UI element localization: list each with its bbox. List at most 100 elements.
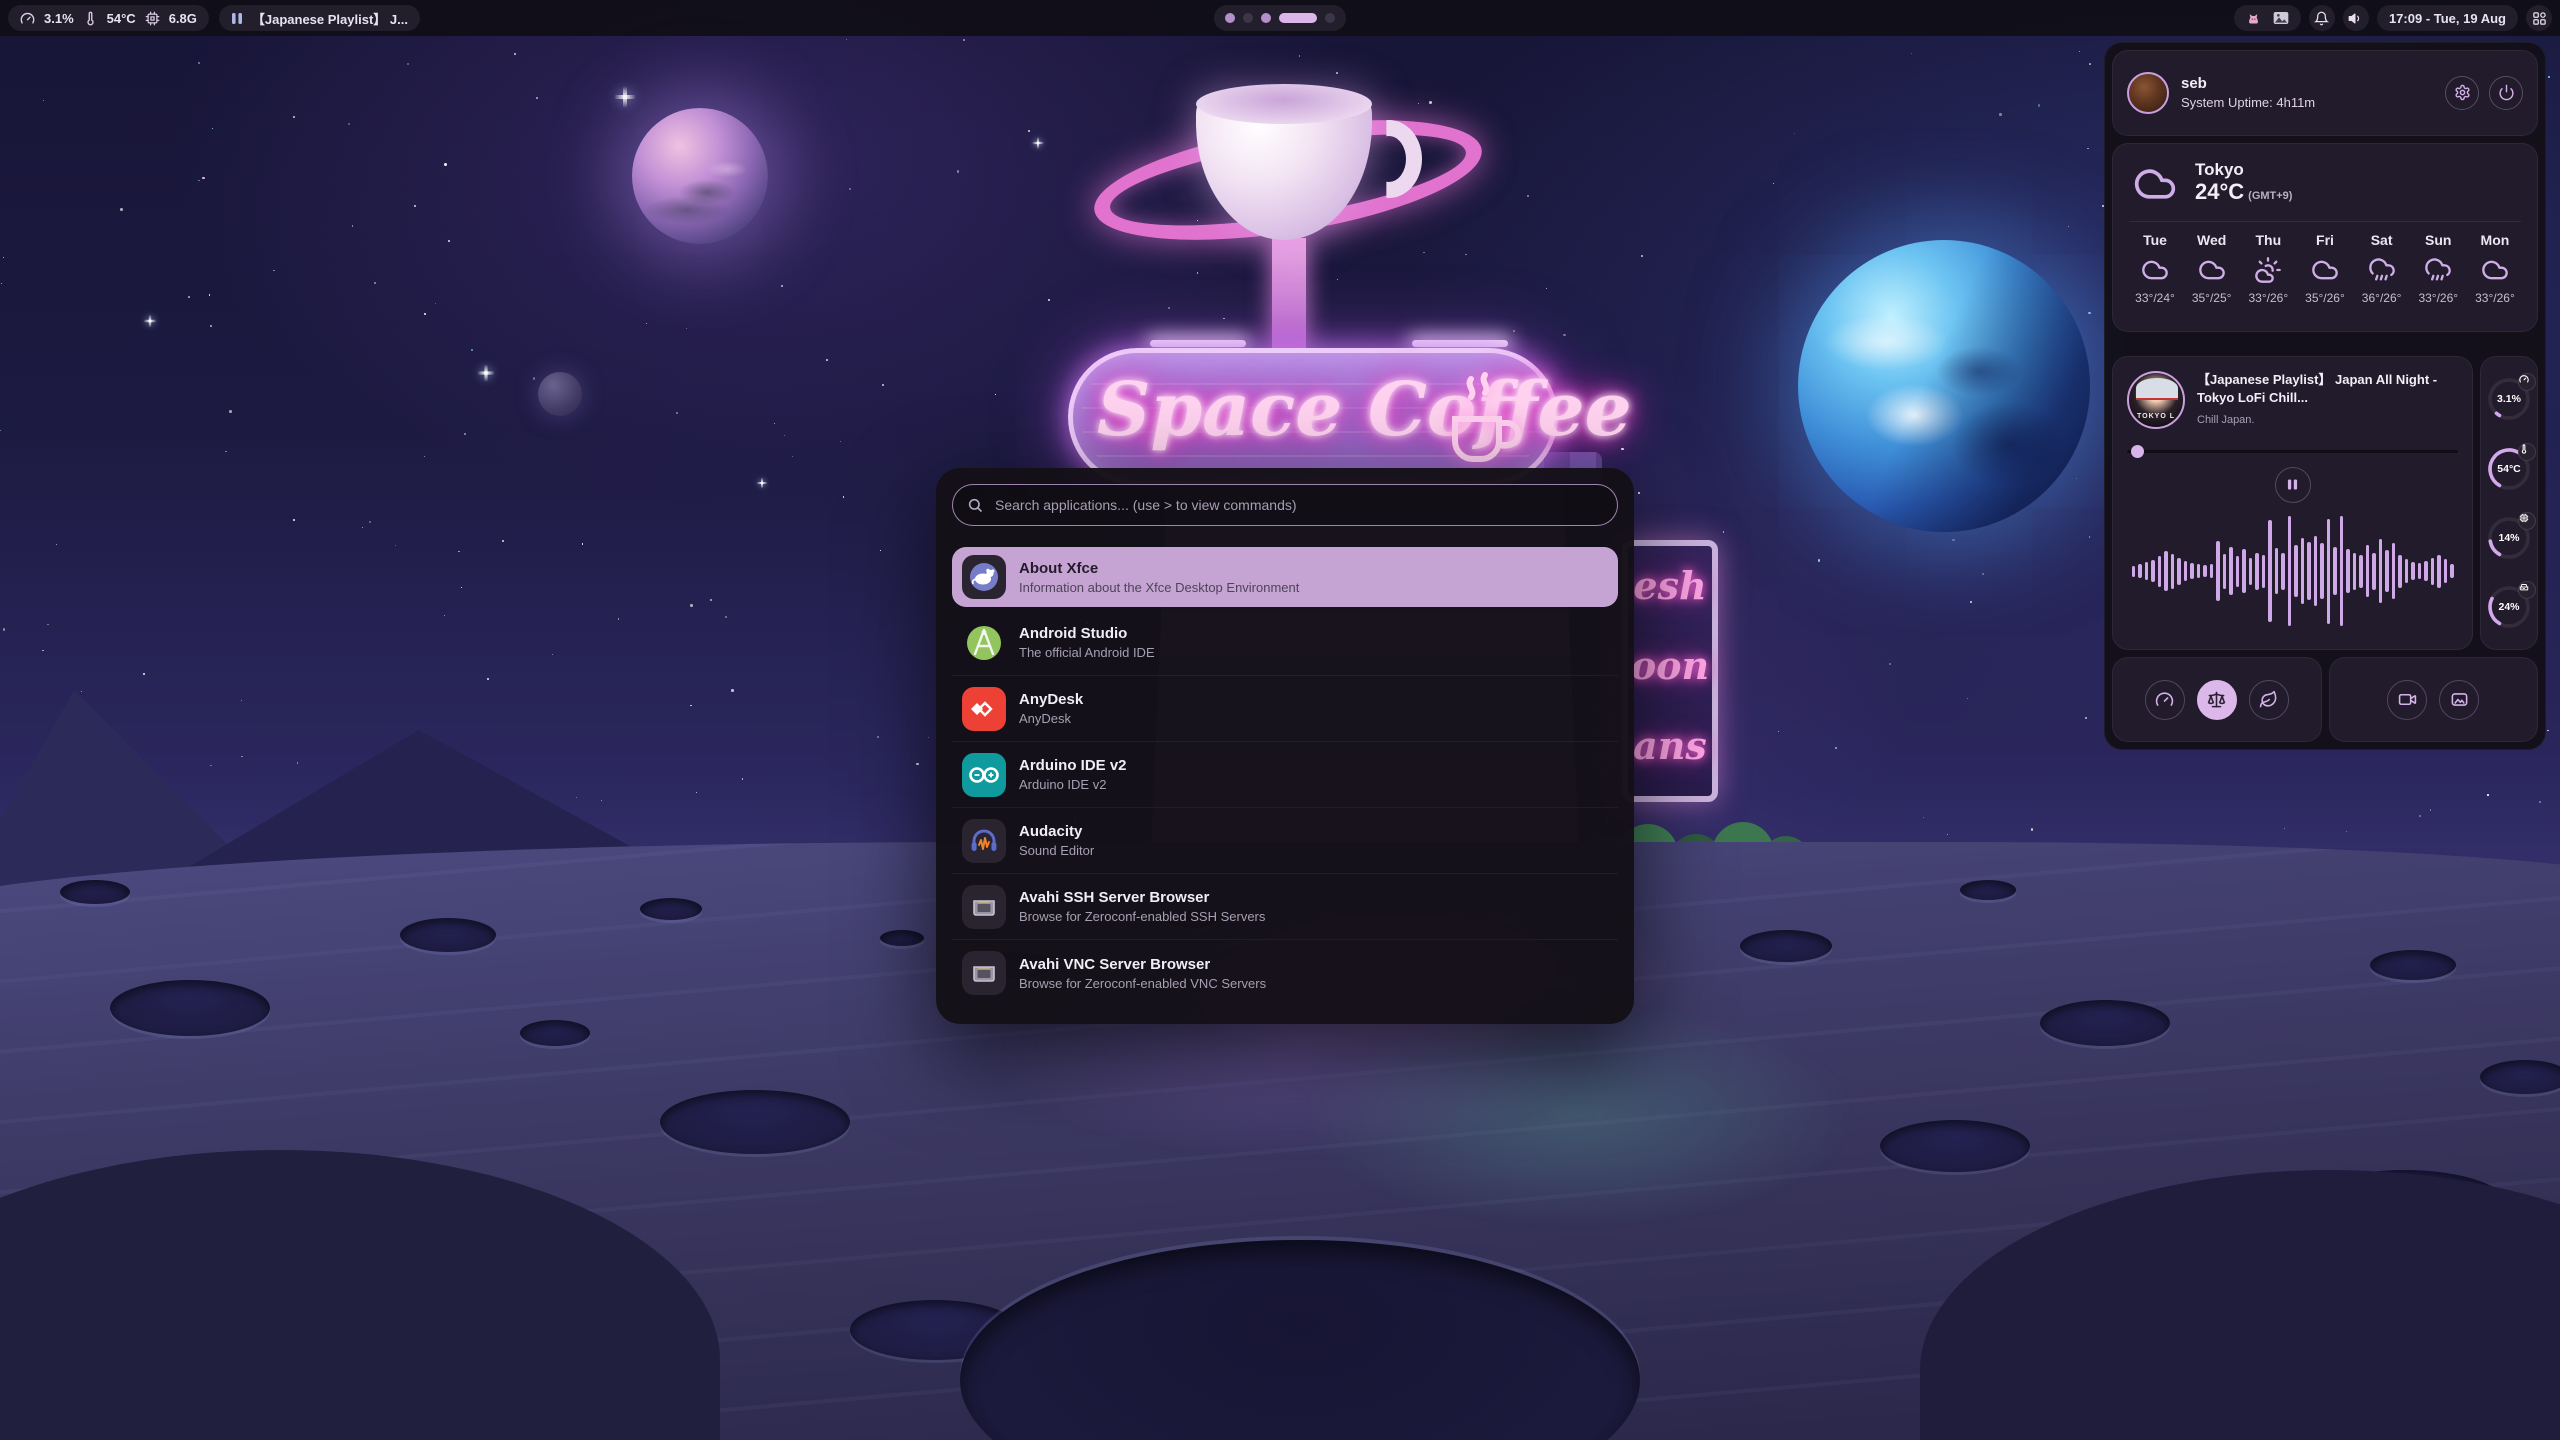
wallpaper-button[interactable] <box>2439 680 2479 720</box>
app-name: AnyDesk <box>1019 690 1083 709</box>
cpu-usage: 3.1% <box>44 11 74 26</box>
sign-light <box>1412 340 1508 347</box>
chip-icon <box>145 11 160 26</box>
forecast-day: Sat 36°/26° <box>2356 232 2408 305</box>
app-row-avahi-ssh[interactable]: Avahi SSH Server Browser Browse for Zero… <box>952 874 1618 940</box>
workspace-dot-1[interactable] <box>1225 13 1235 23</box>
cpu-gauge: 3.1% <box>2486 376 2532 422</box>
gauge-icon <box>2155 690 2174 709</box>
purple-planet <box>632 108 768 244</box>
balanced-mode-button[interactable] <box>2197 680 2237 720</box>
memory-usage: 6.8G <box>169 11 197 26</box>
neon-window-text: esh <box>1628 546 1712 626</box>
scales-icon <box>2207 690 2226 709</box>
app-launcher: About Xfce Information about the Xfce De… <box>936 468 1634 1024</box>
now-playing-pill[interactable]: 【Japanese Playlist】 J... <box>219 5 420 31</box>
workspace-dot-2[interactable] <box>1243 13 1253 23</box>
performance-mode-button[interactable] <box>2145 680 2185 720</box>
app-description: Sound Editor <box>1019 842 1094 859</box>
app-grid-button[interactable] <box>2526 5 2552 31</box>
cpu-temp: 54°C <box>107 11 136 26</box>
app-description: The official Android IDE <box>1019 644 1155 661</box>
neon-cup-icon <box>1441 371 1527 471</box>
seek-track <box>2127 450 2458 453</box>
system-stats-pill[interactable]: 3.1% 54°C 6.8G <box>8 5 209 31</box>
small-moon <box>538 372 582 416</box>
app-description: AnyDesk <box>1019 710 1083 727</box>
app-row-avahi-vnc[interactable]: Avahi VNC Server Browser Browse for Zero… <box>952 940 1618 1006</box>
app-description: Browse for Zeroconf-enabled VNC Servers <box>1019 975 1266 992</box>
track-artist: Chill Japan. <box>2197 414 2458 426</box>
forecast-day: Fri 35°/26° <box>2299 232 2351 305</box>
teal-ground-glow <box>1300 1000 1860 1230</box>
clock[interactable]: 17:09 - Tue, 19 Aug <box>2377 5 2518 31</box>
app-row-audacity[interactable]: Audacity Sound Editor <box>952 808 1618 874</box>
system-tray[interactable] <box>2234 5 2301 31</box>
cloud-icon <box>2481 256 2509 284</box>
tray-cat-icon <box>2246 11 2261 26</box>
app-results-list: About Xfce Information about the Xfce De… <box>952 547 1618 1006</box>
app-description: Browse for Zeroconf-enabled SSH Servers <box>1019 908 1265 925</box>
avatar[interactable] <box>2127 72 2169 114</box>
workspace-dot-3[interactable] <box>1261 13 1271 23</box>
cloud-icon <box>2141 256 2169 284</box>
audacity-icon <box>962 819 1006 863</box>
notifications-button[interactable] <box>2309 5 2335 31</box>
speaker-icon <box>2348 11 2363 26</box>
app-name: Arduino IDE v2 <box>1019 756 1127 775</box>
neon-window-text: oon <box>1628 626 1712 706</box>
volume-button[interactable] <box>2343 5 2369 31</box>
sign-light <box>1150 340 1246 347</box>
star-sparkle <box>761 478 763 489</box>
gauge-icon <box>20 11 35 26</box>
mode-buttons-card <box>2112 657 2322 742</box>
workspace-dot-4[interactable] <box>1279 13 1317 23</box>
seek-bar[interactable] <box>2127 445 2458 457</box>
star-sparkle <box>1037 137 1039 149</box>
app-row-anydesk[interactable]: AnyDesk AnyDesk <box>952 676 1618 742</box>
gear-icon <box>2454 84 2471 101</box>
workspace-dot-5[interactable] <box>1325 13 1335 23</box>
coffee-shop-window: esh oon ans <box>1622 540 1718 802</box>
settings-button[interactable] <box>2445 76 2479 110</box>
media-player-card: TOKYO L 【Japanese Playlist】 Japan All Ni… <box>2112 356 2473 651</box>
power-icon <box>2498 84 2515 101</box>
cup-pedestal <box>1272 238 1306 354</box>
app-row-about-xfce[interactable]: About Xfce Information about the Xfce De… <box>952 547 1618 607</box>
user-card: seb System Uptime: 4h11m <box>2112 50 2538 136</box>
app-row-arduino[interactable]: Arduino IDE v2 Arduino IDE v2 <box>952 742 1618 808</box>
star-sparkle <box>484 364 487 382</box>
seek-knob[interactable] <box>2131 445 2144 458</box>
app-name: Audacity <box>1019 822 1094 841</box>
app-row-android-studio[interactable]: Android Studio The official Android IDE <box>952 610 1618 676</box>
earth-planet <box>1798 240 2090 532</box>
forecast-day: Thu 33°/26° <box>2242 232 2294 305</box>
app-name: About Xfce <box>1019 559 1299 578</box>
powersave-mode-button[interactable] <box>2249 680 2289 720</box>
top-panel: 3.1% 54°C 6.8G 【Japanese Playlist】 J... <box>0 0 2560 36</box>
username: seb <box>2181 75 2315 92</box>
track-title: 【Japanese Playlist】 Japan All Night - To… <box>2197 371 2458 407</box>
play-pause-button[interactable] <box>2275 467 2311 503</box>
pause-icon <box>231 12 243 25</box>
forecast-day: Tue 33°/24° <box>2129 232 2181 305</box>
weather-timezone: (GMT+9) <box>2248 190 2292 202</box>
power-button[interactable] <box>2489 76 2523 110</box>
clock-text: 17:09 - Tue, 19 Aug <box>2389 11 2506 26</box>
pause-icon <box>2287 478 2298 491</box>
neon-window-text: ans <box>1628 706 1712 786</box>
cup-rim <box>1196 84 1372 124</box>
rain-icon <box>2424 256 2452 284</box>
now-playing-label: 【Japanese Playlist】 J... <box>252 9 408 28</box>
rain-icon <box>2368 256 2396 284</box>
sign-text: Space Coffee <box>1097 367 1472 453</box>
android-studio-icon <box>962 621 1006 665</box>
divider <box>2129 221 2521 222</box>
partly-sunny-icon <box>2254 256 2282 284</box>
disk-icon <box>2519 582 2529 592</box>
screen-record-button[interactable] <box>2387 680 2427 720</box>
album-art: TOKYO L <box>2127 371 2185 429</box>
search-input[interactable] <box>952 484 1618 526</box>
arduino-icon <box>962 753 1006 797</box>
bell-icon <box>2314 11 2329 26</box>
